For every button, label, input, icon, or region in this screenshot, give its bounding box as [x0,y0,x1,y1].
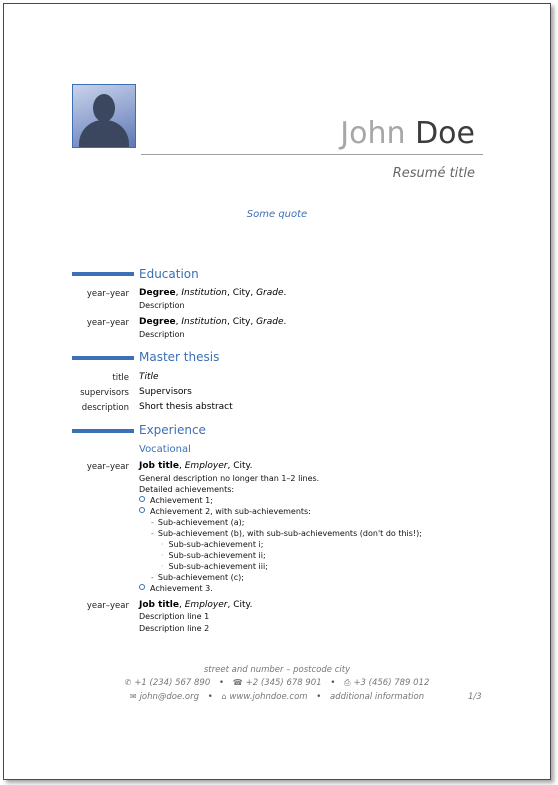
dash-icon: - [151,573,154,582]
silhouette-body [79,120,129,147]
sub-sub-achievement-text: Sub-sub-achievement ii; [168,551,266,560]
city: , City. [227,600,253,610]
job-title: Job title [139,600,179,610]
thesis-label-description: description [81,403,129,413]
sub-achievement-text: Sub-achievement (b), with sub-sub-achiev… [157,529,422,538]
sub-achievement-text: Sub-achievement (c); [157,573,244,582]
email-icon: ✉ [129,692,137,701]
footer-address: street and number – postcode city [203,665,351,675]
sub-sub-achievement-item: · Sub-sub-achievement ii; [161,551,266,560]
fax-number: +3 (456) 789 012 [353,678,430,688]
vocational-subheading: Vocational [139,444,191,455]
thesis-heading: Master thesis [139,350,220,364]
job1-years: year–year [86,462,129,472]
degree: Degree [139,317,176,327]
grade: Grade [256,317,284,327]
job1-detailed: Detailed achievements: [139,485,235,494]
job2-line2: Description line 2 [139,624,210,633]
achievement-text: Achievement 2, with sub-achievements: [150,507,311,516]
thesis-label-title: title [112,373,129,383]
dash-icon: - [151,529,154,538]
experience-bar [72,429,134,433]
education-description: Description [139,330,185,339]
sub-sub-achievement-item: · Sub-sub-achievement i; [161,540,263,549]
sub-sub-achievement-item: · Sub-sub-achievement iii; [161,562,268,571]
email-link[interactable]: john@doe.org [140,692,199,702]
page-number: 1/3 [468,692,482,702]
resume-page: John Doe Resumé title Some quote Educati… [3,3,551,780]
phone-icon: ☎ [232,678,243,687]
silhouette-head [93,94,115,122]
thesis-bar [72,356,134,360]
sub-achievement-item: - Sub-achievement (b), with sub-sub-achie… [151,529,422,538]
city: , City, [226,317,257,327]
separator: • [218,678,224,688]
last-name: Doe [415,116,475,151]
achievement-item: Achievement 1; [139,496,213,505]
education-heading: Education [139,267,199,281]
job2-years: year–year [86,601,129,611]
job1-entry: Job title, Employer, City. [139,461,253,471]
web-icon: ⌂ [221,692,227,701]
employer: Employer [184,461,228,471]
separator: • [316,692,322,702]
dot-icon: · [161,551,164,560]
entry-end: . [283,288,287,298]
mobile-number: +1 (234) 567 890 [134,678,211,688]
dot-icon: · [161,540,164,549]
full-name: John Doe [340,116,475,152]
first-name: John [340,116,406,151]
bullet-icon [139,507,145,513]
achievement-item: Achievement 3. [139,584,213,593]
profile-photo [72,84,136,148]
thesis-description: Short thesis abstract [139,402,233,412]
achievement-text: Achievement 1; [150,496,213,505]
institution: Institution [181,288,227,298]
bullet-icon [139,496,145,502]
employer: Employer [184,600,228,610]
dash-icon: - [151,518,154,527]
education-description: Description [139,301,185,310]
job1-general: General description no longer than 1–2 l… [139,474,320,483]
thesis-supervisors: Supervisors [139,387,192,397]
grade: Grade [256,288,284,298]
separator: • [330,678,336,688]
footer-phones: ✆ +1 (234) 567 890 • ☎ +2 (345) 678 901 • … [4,678,550,688]
institution: Institution [181,317,227,327]
resume-title: Resumé title [392,166,475,181]
fax-icon: ⎙ [344,678,351,687]
thesis-title: Title [139,372,159,382]
quote: Some quote [246,209,308,220]
sub-sub-achievement-text: Sub-sub-achievement i; [168,540,264,549]
experience-heading: Experience [139,423,206,437]
education-years: year–year [86,289,129,299]
degree: Degree [139,288,176,298]
city: , City, [226,288,257,298]
achievement-item: Achievement 2, with sub-achievements: [139,507,311,516]
sub-achievement-text: Sub-achievement (a); [157,518,245,527]
achievement-text: Achievement 3. [150,584,213,593]
mobile-icon: ✆ [124,678,132,687]
thesis-label-supervisors: supervisors [80,388,129,398]
sub-achievement-item: - Sub-achievement (c); [151,573,244,582]
additional-info: additional information [330,692,425,702]
phone-number: +2 (345) 678 901 [245,678,322,688]
web-link[interactable]: www.johndoe.com [230,692,308,702]
education-entry: Degree, Institution, City, Grade. [139,288,287,298]
job-title: Job title [139,461,179,471]
bullet-icon [139,584,145,590]
education-years: year–year [86,318,129,328]
job2-line1: Description line 1 [139,612,210,621]
education-entry: Degree, Institution, City, Grade. [139,317,287,327]
job2-entry: Job title, Employer, City. [139,600,253,610]
city: , City. [227,461,253,471]
entry-end: . [283,317,287,327]
dot-icon: · [161,562,164,571]
sub-sub-achievement-text: Sub-sub-achievement iii; [168,562,268,571]
sub-achievement-item: - Sub-achievement (a); [151,518,244,527]
separator: • [207,692,213,702]
name-divider [141,154,483,155]
education-bar [72,272,134,276]
